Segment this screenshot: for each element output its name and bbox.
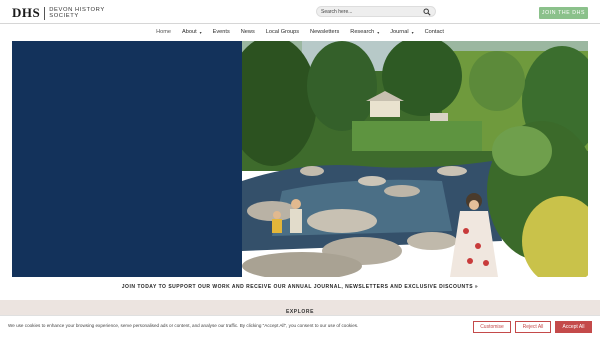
nav-label: Newsletters: [310, 29, 340, 35]
nav-label: News: [240, 29, 255, 35]
chevron-down-icon: ▾: [199, 30, 202, 35]
nav-label: Events: [212, 29, 230, 35]
nav-item-events[interactable]: Events: [213, 26, 230, 39]
nav-item-contact[interactable]: Contact: [425, 26, 444, 39]
chevron-down-icon: ▾: [411, 30, 414, 35]
nav-item-news[interactable]: News: [241, 26, 255, 39]
nav-item-journal[interactable]: Journal ▾: [390, 26, 413, 39]
site-header: DHS Devon History Society JOIN THE DHS: [0, 0, 600, 24]
membership-cta-link[interactable]: JOIN TODAY TO SUPPORT OUR WORK AND RECEI…: [0, 284, 600, 290]
nav-label: Local Groups: [265, 29, 300, 35]
search-icon[interactable]: [423, 8, 431, 16]
nav-label: Home: [156, 29, 172, 35]
logo-mark: DHS: [12, 5, 41, 20]
cookie-reject-button[interactable]: Reject All: [515, 321, 551, 333]
cookie-message: We use cookies to enhance your browsing …: [8, 323, 359, 328]
site-logo[interactable]: DHS Devon History Society: [12, 5, 105, 21]
main-nav: Home About ▾ Events News Local Groups New…: [0, 26, 600, 39]
logo-line-2: Society: [49, 13, 79, 19]
nav-item-local-groups[interactable]: Local Groups: [266, 26, 299, 39]
nav-item-newsletters[interactable]: Newsletters: [310, 26, 339, 39]
cookie-banner: We use cookies to enhance your browsing …: [0, 315, 600, 338]
nav-item-research[interactable]: Research ▾: [350, 26, 379, 39]
nav-label: Research: [350, 29, 375, 35]
logo-divider: [44, 6, 46, 20]
header-divider: [0, 23, 600, 24]
join-button[interactable]: JOIN THE DHS: [539, 7, 588, 19]
nav-item-about[interactable]: About ▾: [182, 26, 202, 39]
nav-label: Journal: [390, 29, 409, 35]
hero-color-panel: [12, 41, 242, 277]
search-input[interactable]: [321, 7, 421, 16]
logo-text: Devon History Society: [49, 7, 105, 19]
chevron-down-icon: ▾: [377, 30, 380, 35]
hero-photo: [242, 41, 588, 277]
cookie-accept-button[interactable]: Accept All: [555, 321, 592, 333]
nav-label: Contact: [424, 29, 444, 35]
hero-banner: [12, 41, 588, 277]
search-box: [316, 6, 436, 17]
nav-label: About: [182, 29, 197, 35]
nav-item-home[interactable]: Home: [156, 26, 171, 39]
cookie-customise-button[interactable]: Customise: [473, 321, 511, 333]
garden-river-illustration: [242, 41, 588, 277]
